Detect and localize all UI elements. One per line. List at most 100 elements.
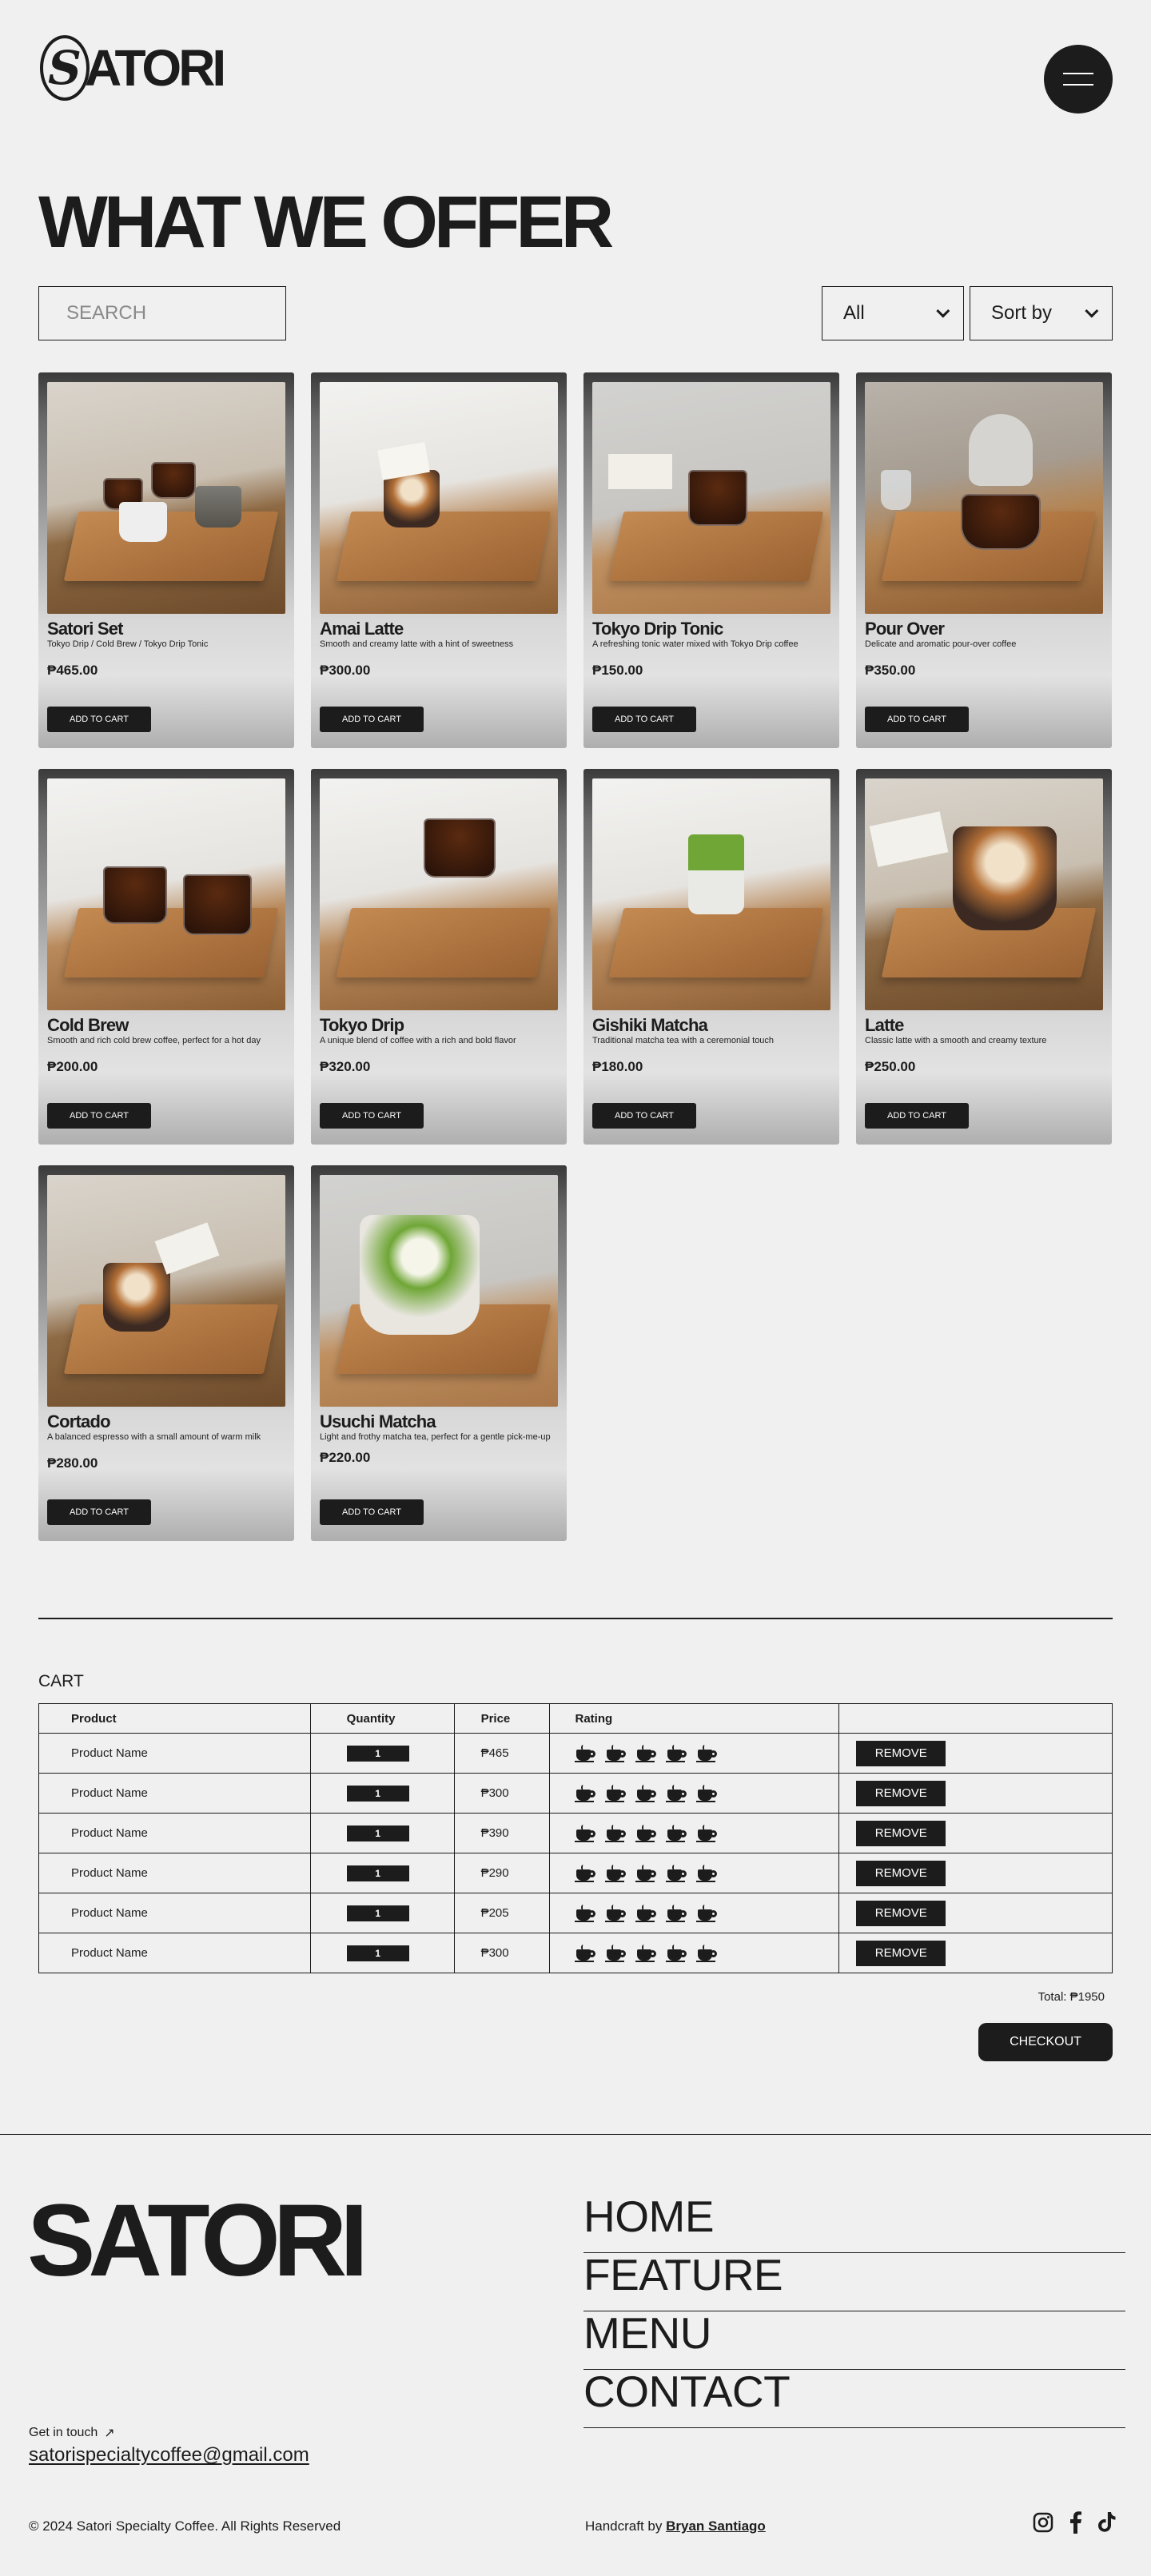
coffee-cup-rating-icon[interactable]: [605, 1744, 627, 1762]
table-row: Product Name 1 ₱290 REMOVE: [38, 1853, 1113, 1893]
checkout-button[interactable]: CHECKOUT: [978, 2023, 1113, 2061]
quantity-field[interactable]: 1: [346, 1905, 409, 1921]
coffee-cup-rating-icon[interactable]: [605, 1824, 627, 1842]
add-to-cart-button[interactable]: ADD TO CART: [320, 1499, 424, 1525]
product-card[interactable]: Latte Classic latte with a smooth and cr…: [856, 769, 1112, 1145]
coffee-cup-rating-icon[interactable]: [666, 1944, 687, 1962]
coffee-cup-rating-icon[interactable]: [696, 1904, 718, 1922]
product-card[interactable]: Tokyo Drip A unique blend of coffee with…: [311, 769, 567, 1145]
product-card[interactable]: Gishiki Matcha Traditional matcha tea wi…: [583, 769, 839, 1145]
cart-price: ₱300: [453, 1773, 551, 1814]
coffee-cup-rating-icon[interactable]: [635, 1864, 657, 1882]
product-image: [47, 778, 285, 1010]
coffee-cup-rating-icon[interactable]: [696, 1784, 718, 1802]
coffee-cup-rating-icon[interactable]: [696, 1944, 718, 1962]
hamburger-menu-button[interactable]: [1044, 45, 1113, 113]
search-input[interactable]: [38, 286, 286, 340]
sort-select[interactable]: Sort by: [970, 286, 1113, 340]
product-description: A unique blend of coffee with a rich and…: [320, 1036, 516, 1046]
quantity-field[interactable]: 1: [346, 1745, 409, 1762]
cart-quantity-cell: 1: [309, 1773, 455, 1814]
logo-mark: S: [40, 35, 90, 101]
coffee-cup-rating-icon[interactable]: [605, 1944, 627, 1962]
product-card[interactable]: Cold Brew Smooth and rich cold brew coff…: [38, 769, 294, 1145]
category-filter-select[interactable]: All: [822, 286, 964, 340]
product-card[interactable]: Amai Latte Smooth and creamy latte with …: [311, 372, 567, 748]
tiktok-icon[interactable]: [1095, 2510, 1119, 2534]
add-to-cart-button[interactable]: ADD TO CART: [592, 707, 696, 732]
footer-nav-home[interactable]: HOME: [583, 2195, 1125, 2253]
add-to-cart-button[interactable]: ADD TO CART: [865, 1103, 969, 1129]
remove-button[interactable]: REMOVE: [856, 1860, 946, 1886]
column-header-quantity: Quantity: [309, 1703, 455, 1734]
contact-email-link[interactable]: satorispecialtycoffee@gmail.com: [29, 2444, 309, 2467]
coffee-cup-rating-icon[interactable]: [605, 1864, 627, 1882]
cart-actions-cell: REMOVE: [838, 1853, 1113, 1893]
coffee-cup-rating-icon[interactable]: [696, 1824, 718, 1842]
coffee-cup-rating-icon[interactable]: [635, 1784, 657, 1802]
coffee-cup-rating-icon[interactable]: [635, 1744, 657, 1762]
remove-button[interactable]: REMOVE: [856, 1780, 946, 1806]
coffee-cup-rating-icon[interactable]: [575, 1824, 596, 1842]
coffee-cup-rating-icon[interactable]: [666, 1744, 687, 1762]
logo-text: ATORI: [85, 39, 226, 97]
coffee-cup-rating-icon[interactable]: [666, 1824, 687, 1842]
instagram-icon[interactable]: [1031, 2510, 1055, 2534]
footer-brand: SATORI: [27, 2184, 368, 2298]
product-card[interactable]: Tokyo Drip Tonic A refreshing tonic wate…: [583, 372, 839, 748]
coffee-cup-rating-icon[interactable]: [635, 1904, 657, 1922]
credit-author-link[interactable]: Bryan Santiago: [666, 2518, 766, 2534]
cart-product-name: Product Name: [38, 1893, 311, 1933]
quantity-field[interactable]: 1: [346, 1865, 409, 1881]
add-to-cart-button[interactable]: ADD TO CART: [47, 1499, 151, 1525]
product-image: [47, 382, 285, 614]
coffee-cup-rating-icon[interactable]: [696, 1864, 718, 1882]
quantity-field[interactable]: 1: [346, 1825, 409, 1841]
rating: [575, 1904, 838, 1922]
footer-nav-menu[interactable]: MENU: [583, 2311, 1125, 2370]
quantity-field[interactable]: 1: [346, 1785, 409, 1802]
logo[interactable]: S ATORI: [40, 35, 226, 101]
coffee-cup-rating-icon[interactable]: [696, 1744, 718, 1762]
product-description: Smooth and rich cold brew coffee, perfec…: [47, 1036, 261, 1046]
social-links: [1031, 2510, 1119, 2534]
cart-rating-cell: [549, 1893, 840, 1933]
add-to-cart-button[interactable]: ADD TO CART: [47, 707, 151, 732]
cart-price: ₱465: [453, 1733, 551, 1774]
coffee-cup-rating-icon[interactable]: [635, 1824, 657, 1842]
coffee-cup-rating-icon[interactable]: [575, 1904, 596, 1922]
rating: [575, 1784, 838, 1802]
footer-nav-feature[interactable]: FEATURE: [583, 2253, 1125, 2311]
add-to-cart-button[interactable]: ADD TO CART: [47, 1103, 151, 1129]
coffee-cup-rating-icon[interactable]: [575, 1864, 596, 1882]
coffee-cup-rating-icon[interactable]: [666, 1904, 687, 1922]
product-card[interactable]: Cortado A balanced espresso with a small…: [38, 1165, 294, 1541]
coffee-cup-rating-icon[interactable]: [605, 1904, 627, 1922]
coffee-cup-rating-icon[interactable]: [635, 1944, 657, 1962]
coffee-cup-rating-icon[interactable]: [575, 1784, 596, 1802]
remove-button[interactable]: REMOVE: [856, 1940, 946, 1966]
add-to-cart-button[interactable]: ADD TO CART: [592, 1103, 696, 1129]
quantity-field[interactable]: 1: [346, 1945, 409, 1961]
product-card[interactable]: Satori Set Tokyo Drip / Cold Brew / Toky…: [38, 372, 294, 748]
coffee-cup-rating-icon[interactable]: [575, 1944, 596, 1962]
coffee-cup-rating-icon[interactable]: [666, 1864, 687, 1882]
facebook-icon[interactable]: [1063, 2510, 1087, 2534]
add-to-cart-button[interactable]: ADD TO CART: [865, 707, 969, 732]
remove-button[interactable]: REMOVE: [856, 1740, 946, 1766]
coffee-cup-rating-icon[interactable]: [575, 1744, 596, 1762]
product-card[interactable]: Pour Over Delicate and aromatic pour-ove…: [856, 372, 1112, 748]
add-to-cart-button[interactable]: ADD TO CART: [320, 1103, 424, 1129]
cart-actions-cell: REMOVE: [838, 1933, 1113, 1973]
product-description: Tokyo Drip / Cold Brew / Tokyo Drip Toni…: [47, 639, 209, 650]
add-to-cart-button[interactable]: ADD TO CART: [320, 707, 424, 732]
table-row: Product Name 1 ₱205 REMOVE: [38, 1893, 1113, 1933]
remove-button[interactable]: REMOVE: [856, 1820, 946, 1846]
coffee-cup-rating-icon[interactable]: [666, 1784, 687, 1802]
remove-button[interactable]: REMOVE: [856, 1900, 946, 1926]
coffee-cup-rating-icon[interactable]: [605, 1784, 627, 1802]
product-image: [320, 382, 558, 614]
product-card[interactable]: Usuchi Matcha Light and frothy matcha te…: [311, 1165, 567, 1541]
product-price: ₱200.00: [47, 1059, 98, 1075]
footer-nav-contact[interactable]: CONTACT: [583, 2370, 1125, 2428]
